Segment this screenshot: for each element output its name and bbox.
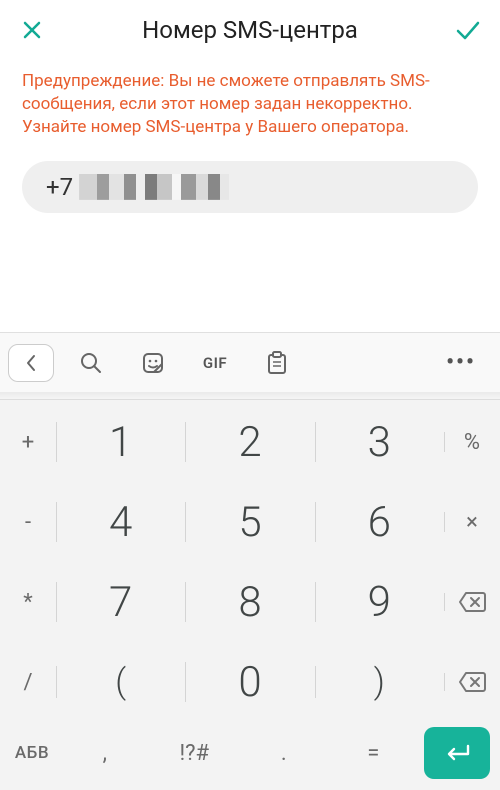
key-dot[interactable]: . (239, 741, 329, 766)
keyboard-bottom-row: АБВ , !?# . = (0, 722, 500, 786)
close-icon[interactable] (16, 14, 48, 46)
key-abc[interactable]: АБВ (4, 743, 60, 763)
numpad: + 1 2 3 % - 4 5 6 × * 7 8 9 / ( 0 ) (0, 400, 500, 790)
key-6[interactable]: 6 (315, 498, 444, 547)
key-rparen[interactable]: ) (315, 662, 444, 702)
key-3[interactable]: 3 (315, 418, 444, 467)
key-8[interactable]: 8 (185, 578, 314, 627)
keyboard: GIF ••• + 1 2 3 % - 4 5 6 × * 7 8 9 (0, 332, 500, 790)
input-prefix: +7 (46, 173, 73, 201)
smsc-number-input[interactable]: +7 (22, 161, 478, 213)
key-backspace[interactable] (444, 671, 500, 693)
keyboard-separator (0, 392, 500, 400)
key-4[interactable]: 4 (56, 498, 185, 547)
more-icon[interactable]: ••• (430, 350, 492, 375)
search-icon[interactable] (60, 351, 122, 375)
numpad-row-4: / ( 0 ) (0, 642, 500, 722)
key-9[interactable]: 9 (315, 578, 444, 627)
numpad-row-1: + 1 2 3 % (0, 402, 500, 482)
page-title: Номер SMS-центра (142, 16, 358, 44)
key-symbols[interactable]: !?# (150, 741, 240, 766)
sticker-icon[interactable] (122, 351, 184, 375)
redacted-number (79, 174, 229, 200)
key-minus[interactable]: - (0, 510, 56, 535)
key-asterisk[interactable]: * (0, 590, 56, 615)
collapse-toolbar-button[interactable] (8, 344, 54, 382)
key-percent[interactable]: % (444, 430, 500, 455)
numpad-row-3: * 7 8 9 (0, 562, 500, 642)
key-0[interactable]: 0 (185, 658, 314, 707)
content-area: Предупреждение: Вы не сможете отправлять… (0, 64, 500, 213)
key-7[interactable]: 7 (56, 578, 185, 627)
confirm-icon[interactable] (452, 14, 484, 46)
key-plus[interactable]: + (0, 430, 56, 455)
enter-icon (442, 743, 472, 763)
gif-button[interactable]: GIF (184, 354, 246, 372)
header: Номер SMS-центра (0, 0, 500, 64)
key-2[interactable]: 2 (185, 418, 314, 467)
key-1[interactable]: 1 (56, 418, 185, 467)
key-comma[interactable]: , (60, 741, 150, 766)
warning-text: Предупреждение: Вы не сможете отправлять… (22, 70, 478, 139)
key-lparen[interactable]: ( (56, 662, 185, 702)
numpad-row-2: - 4 5 6 × (0, 482, 500, 562)
key-enter[interactable] (424, 727, 490, 779)
clipboard-icon[interactable] (246, 351, 308, 375)
key-equals[interactable]: = (329, 741, 419, 766)
key-slash[interactable]: / (0, 670, 56, 695)
key-multiply[interactable]: × (444, 510, 500, 535)
key-5[interactable]: 5 (185, 498, 314, 547)
backspace-secondary[interactable] (444, 591, 500, 613)
keyboard-toolbar: GIF ••• (0, 332, 500, 392)
